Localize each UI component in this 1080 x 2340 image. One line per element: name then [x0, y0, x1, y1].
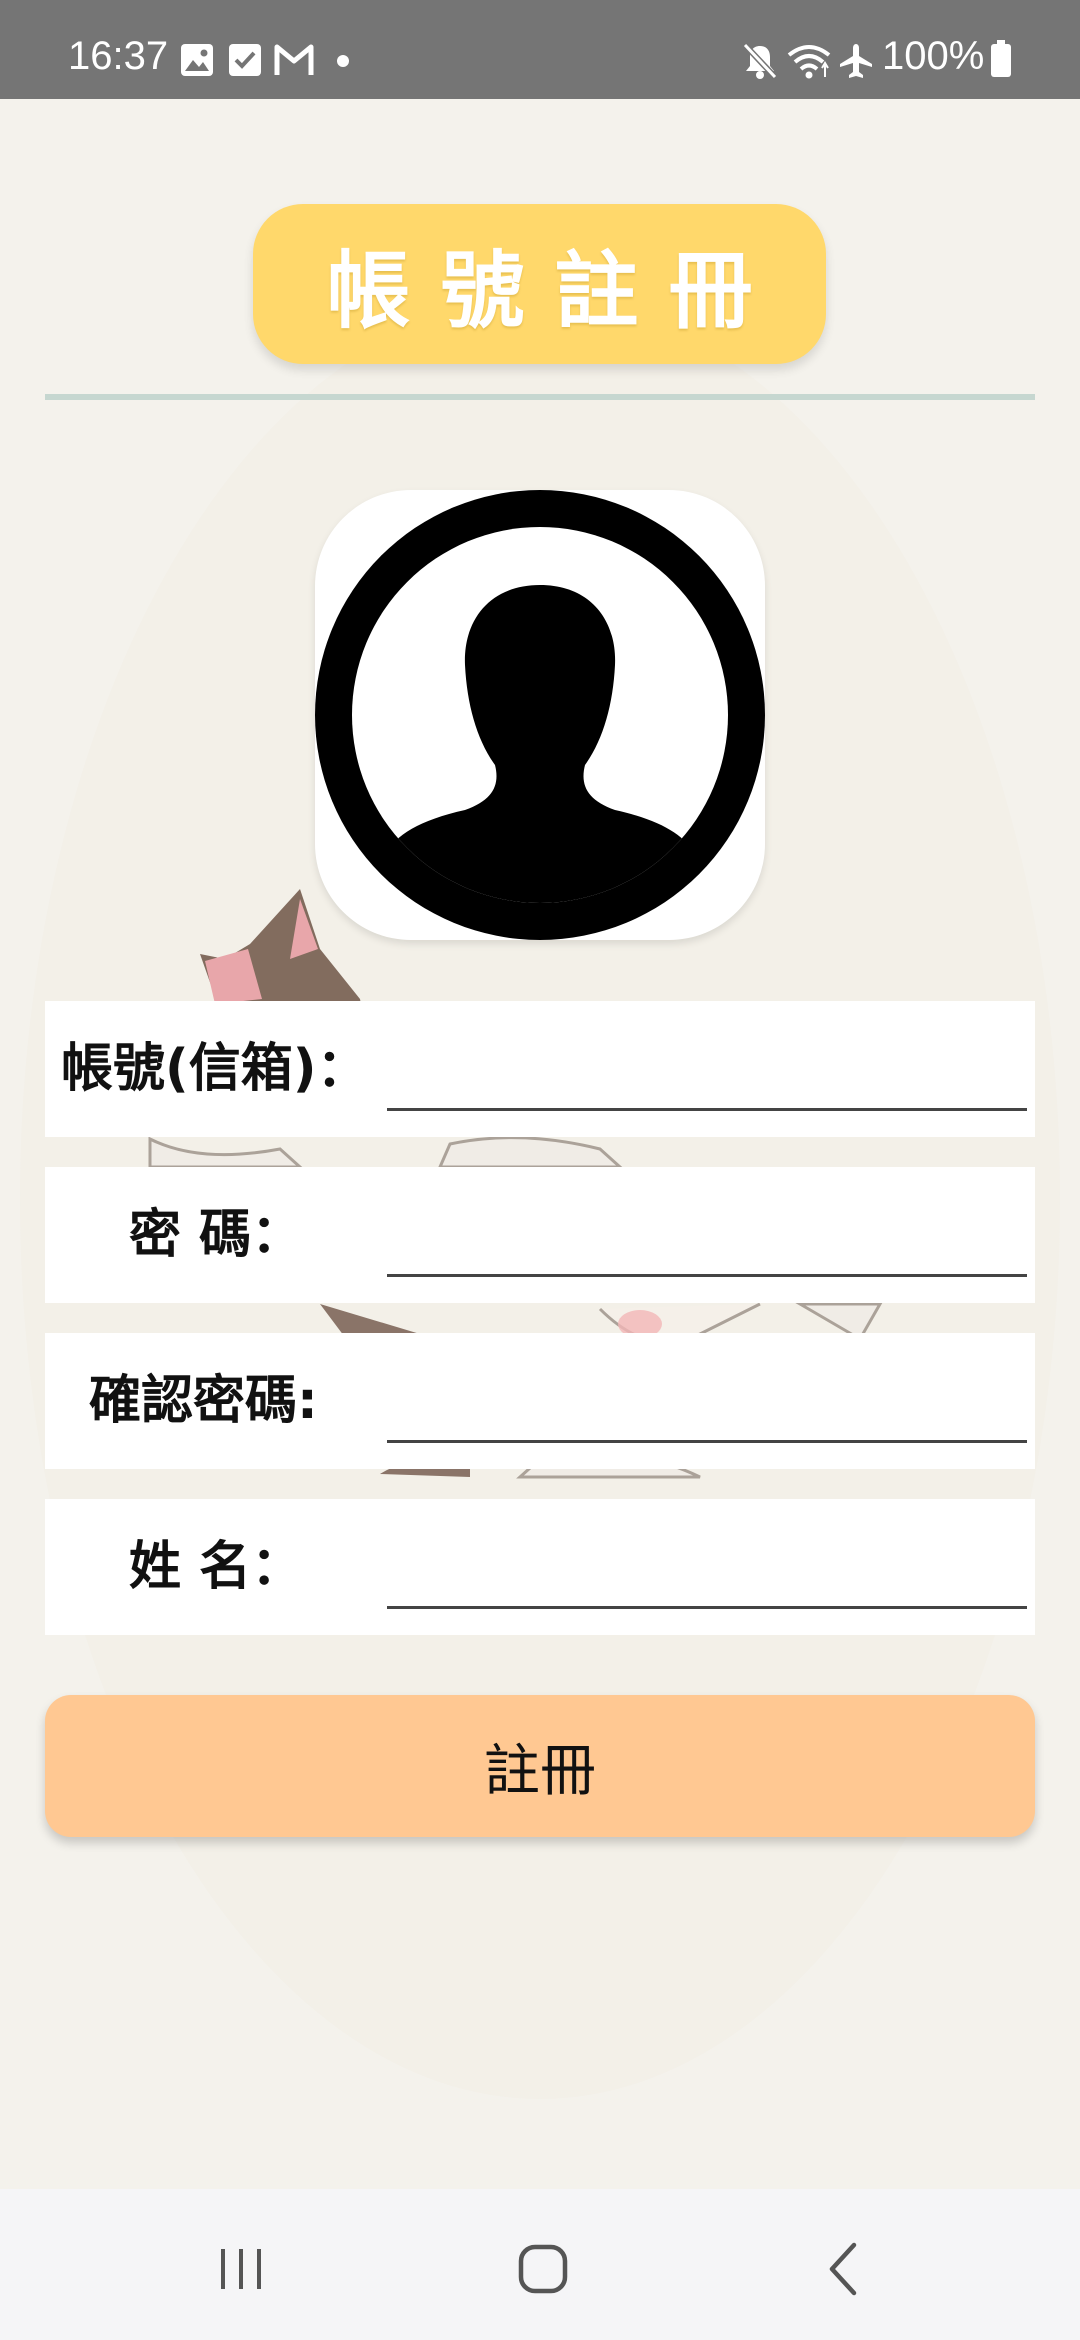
- title-divider: [45, 394, 1035, 400]
- name-row: 姓 名：: [45, 1499, 1035, 1635]
- register-button[interactable]: 註冊: [45, 1695, 1035, 1837]
- home-icon: [518, 2244, 568, 2294]
- confirm-password-label: 確認密碼:: [89, 1371, 318, 1431]
- recent-apps-button[interactable]: [181, 2229, 301, 2309]
- name-label: 姓 名：: [129, 1537, 304, 1597]
- battery-icon: [991, 40, 1011, 77]
- recent-apps-icon: [221, 2249, 261, 2289]
- account-row: 帳號(信箱)：: [45, 1001, 1035, 1137]
- page-title: 帳號註冊: [326, 241, 783, 340]
- confirm-password-input[interactable]: [387, 1373, 1027, 1443]
- home-button[interactable]: [483, 2229, 603, 2309]
- account-label: 帳號(信箱)：: [61, 1039, 369, 1099]
- account-email-input[interactable]: [387, 1041, 1027, 1111]
- back-button[interactable]: [786, 2229, 906, 2309]
- page-title-banner: 帳號註冊: [253, 204, 826, 364]
- gallery-icon: [181, 44, 213, 76]
- confirm-password-row: 確認密碼:: [45, 1333, 1035, 1469]
- checkbox-icon: [229, 44, 261, 76]
- dot-icon: [337, 55, 349, 67]
- default-avatar-icon: [315, 490, 765, 940]
- password-row: 密 碼：: [45, 1167, 1035, 1303]
- name-input[interactable]: [387, 1539, 1027, 1609]
- status-time: 16:37: [68, 34, 169, 78]
- status-bar: 16:37 100%: [0, 0, 1080, 99]
- password-label: 密 碼：: [129, 1205, 304, 1265]
- mute-icon: [742, 42, 778, 80]
- airplane-icon: [840, 44, 872, 78]
- back-icon: [829, 2242, 857, 2296]
- battery-percent: 100%: [882, 34, 985, 78]
- wifi-icon: [787, 45, 831, 79]
- background-cat-illustration: [20, 299, 1060, 2099]
- gmail-icon: [274, 44, 314, 75]
- system-nav-bar: [0, 2189, 1080, 2340]
- password-input[interactable]: [387, 1207, 1027, 1277]
- avatar-picker[interactable]: [315, 490, 765, 940]
